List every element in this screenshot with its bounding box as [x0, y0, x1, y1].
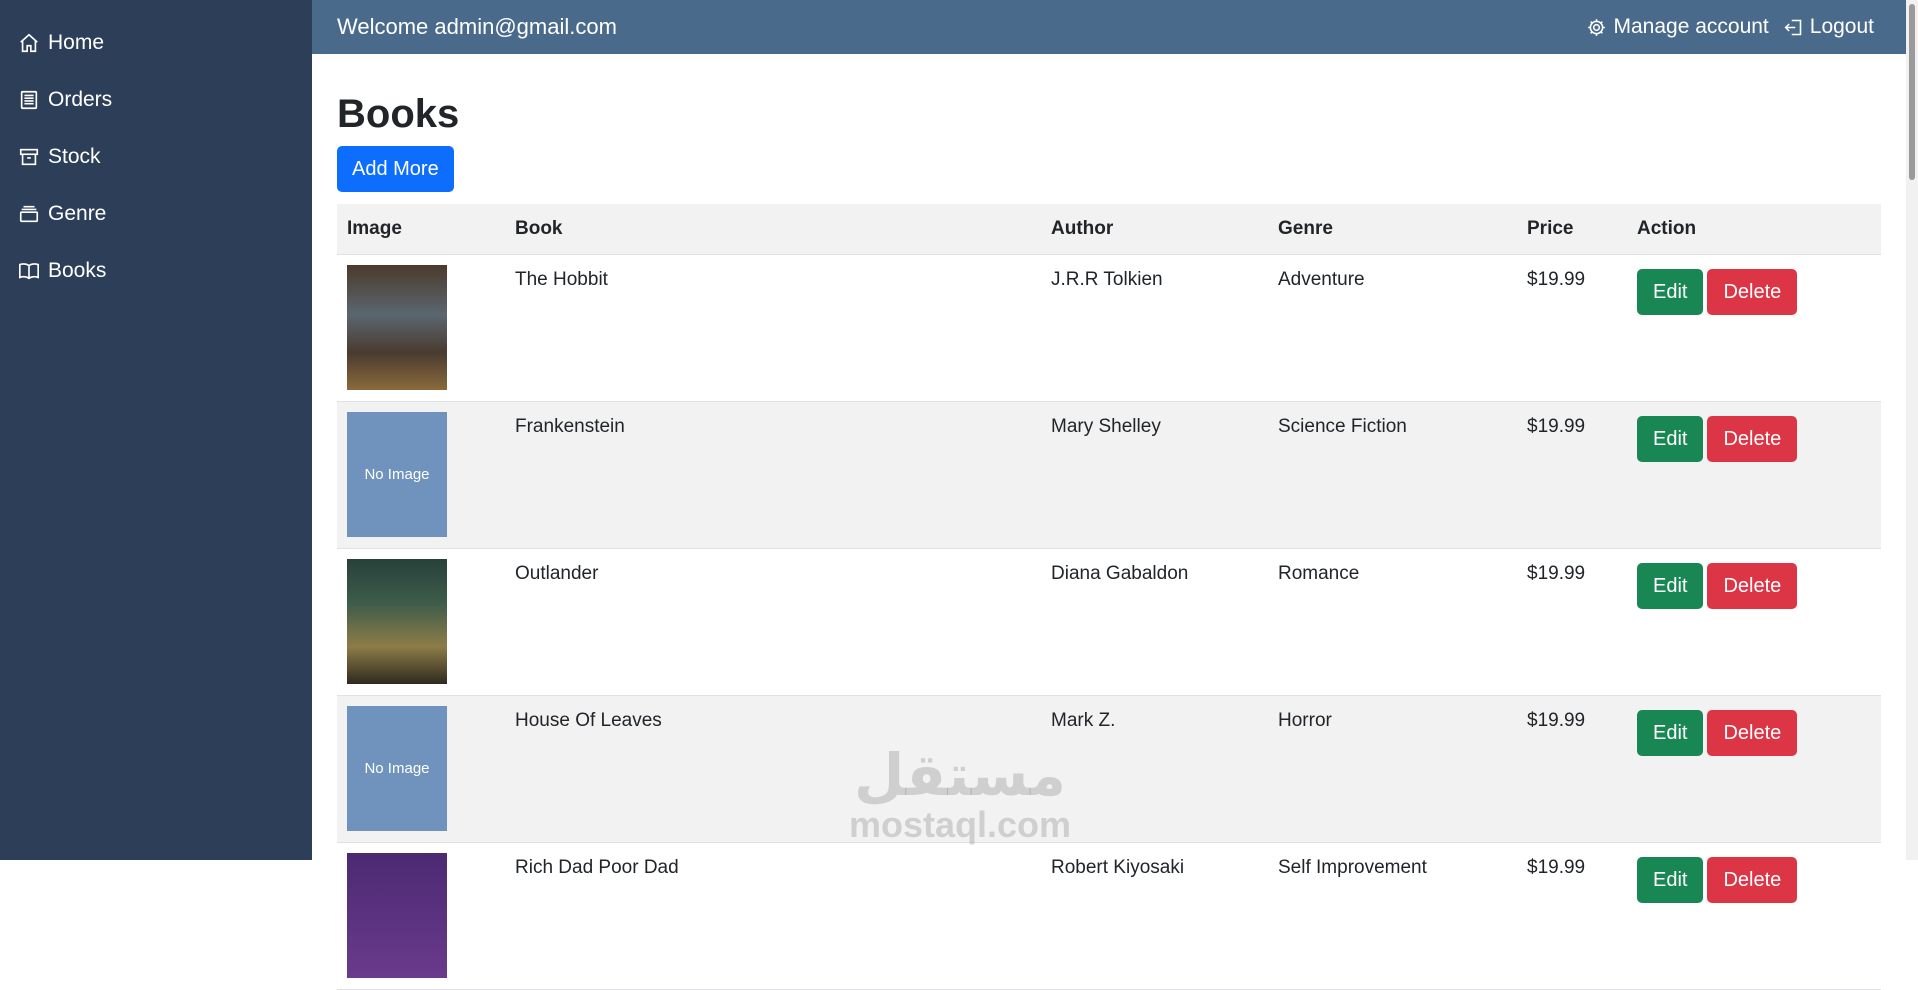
- action-cell: Edit Delete: [1627, 695, 1881, 843]
- book-price: $19.99: [1517, 695, 1627, 843]
- image-cell: [337, 548, 505, 696]
- table-header-row: Image Book Author Genre Price Action: [337, 204, 1881, 255]
- table-row: No Image House Of Leaves Mark Z. Horror …: [337, 695, 1881, 843]
- add-more-button[interactable]: Add More: [337, 146, 454, 192]
- manage-account-link[interactable]: Manage account: [1586, 15, 1769, 39]
- book-genre: Adventure: [1268, 254, 1517, 402]
- book-title: Frankenstein: [505, 401, 1041, 549]
- sidebar-item-label: Orders: [48, 87, 113, 111]
- sidebar-item-stock[interactable]: Stock: [0, 128, 312, 185]
- book-title: Rich Dad Poor Dad: [505, 842, 1041, 990]
- book-author: Mark Z.: [1041, 695, 1268, 843]
- logout-icon: [1784, 19, 1802, 35]
- action-cell: Edit Delete: [1627, 842, 1881, 990]
- sidebar-item-genre[interactable]: Genre: [0, 185, 312, 242]
- logout-link[interactable]: Logout: [1783, 15, 1874, 39]
- sidebar-item-label: Genre: [48, 201, 107, 225]
- main-content: Books Add More Image Book Author Genre P…: [337, 54, 1881, 990]
- column-header-author: Author: [1041, 204, 1268, 255]
- book-author: Diana Gabaldon: [1041, 548, 1268, 696]
- sidebar-item-home[interactable]: Home: [0, 14, 312, 71]
- collection-icon: [19, 205, 39, 222]
- book-price: $19.99: [1517, 842, 1627, 990]
- column-header-price: Price: [1517, 204, 1627, 255]
- edit-button[interactable]: Edit: [1637, 269, 1704, 315]
- welcome-text: Welcome admin@gmail.com: [337, 14, 617, 39]
- book-title: House Of Leaves: [505, 695, 1041, 843]
- sidebar-item-label: Home: [48, 30, 105, 54]
- sidebar-item-orders[interactable]: Orders: [0, 71, 312, 128]
- table-row: Outlander Diana Gabaldon Romance $19.99 …: [337, 548, 1881, 696]
- book-author: J.R.R Tolkien: [1041, 254, 1268, 402]
- book-title: The Hobbit: [505, 254, 1041, 402]
- scrollbar-thumb[interactable]: [1909, 4, 1915, 180]
- action-cell: Edit Delete: [1627, 401, 1881, 549]
- home-icon: [20, 33, 38, 52]
- book-icon: [19, 262, 39, 279]
- edit-button[interactable]: Edit: [1637, 857, 1704, 903]
- book-title: Outlander: [505, 548, 1041, 696]
- table-row: No Image Frankenstein Mary Shelley Scien…: [337, 401, 1881, 549]
- book-cover-image: [347, 559, 447, 684]
- delete-button[interactable]: Delete: [1707, 710, 1798, 756]
- topbar: Welcome admin@gmail.com Manage account L…: [312, 0, 1906, 54]
- action-cell: Edit Delete: [1627, 254, 1881, 402]
- sidebar: Home Orders Stock Genre Books: [0, 0, 312, 860]
- edit-button[interactable]: Edit: [1637, 710, 1704, 756]
- book-genre: Self Improvement: [1268, 842, 1517, 990]
- edit-button[interactable]: Edit: [1637, 416, 1704, 462]
- no-image-placeholder: No Image: [347, 706, 447, 831]
- book-author: Robert Kiyosaki: [1041, 842, 1268, 990]
- delete-button[interactable]: Delete: [1707, 269, 1798, 315]
- book-cover-image: [347, 265, 447, 390]
- books-table: Image Book Author Genre Price Action The…: [337, 204, 1881, 990]
- delete-button[interactable]: Delete: [1707, 857, 1798, 903]
- sidebar-item-label: Stock: [48, 144, 101, 168]
- column-header-book: Book: [505, 204, 1041, 255]
- book-genre: Romance: [1268, 548, 1517, 696]
- delete-button[interactable]: Delete: [1707, 563, 1798, 609]
- book-genre: Horror: [1268, 695, 1517, 843]
- table-row: Rich Dad Poor Dad Robert Kiyosaki Self I…: [337, 842, 1881, 990]
- manage-account-label: Manage account: [1613, 15, 1769, 38]
- book-price: $19.99: [1517, 254, 1627, 402]
- logout-label: Logout: [1809, 15, 1874, 38]
- image-cell: [337, 254, 505, 402]
- book-price: $19.99: [1517, 548, 1627, 696]
- gear-icon: [1588, 18, 1606, 36]
- table-row: The Hobbit J.R.R Tolkien Adventure $19.9…: [337, 254, 1881, 402]
- image-cell: No Image: [337, 401, 505, 549]
- vertical-scrollbar[interactable]: [1906, 0, 1918, 860]
- delete-button[interactable]: Delete: [1707, 416, 1798, 462]
- book-price: $19.99: [1517, 401, 1627, 549]
- receipt-icon: [20, 90, 38, 109]
- edit-button[interactable]: Edit: [1637, 563, 1704, 609]
- sidebar-item-label: Books: [48, 258, 107, 282]
- column-header-image: Image: [337, 204, 505, 255]
- book-genre: Science Fiction: [1268, 401, 1517, 549]
- sidebar-item-books[interactable]: Books: [0, 242, 312, 299]
- page-title: Books: [337, 92, 460, 136]
- top-actions: Manage account Logout: [1586, 15, 1906, 39]
- no-image-placeholder: No Image: [347, 412, 447, 537]
- book-author: Mary Shelley: [1041, 401, 1268, 549]
- image-cell: [337, 842, 505, 990]
- archive-icon: [19, 148, 39, 165]
- image-cell: No Image: [337, 695, 505, 843]
- column-header-genre: Genre: [1268, 204, 1517, 255]
- column-header-action: Action: [1627, 204, 1881, 255]
- action-cell: Edit Delete: [1627, 548, 1881, 696]
- book-cover-image: [347, 853, 447, 978]
